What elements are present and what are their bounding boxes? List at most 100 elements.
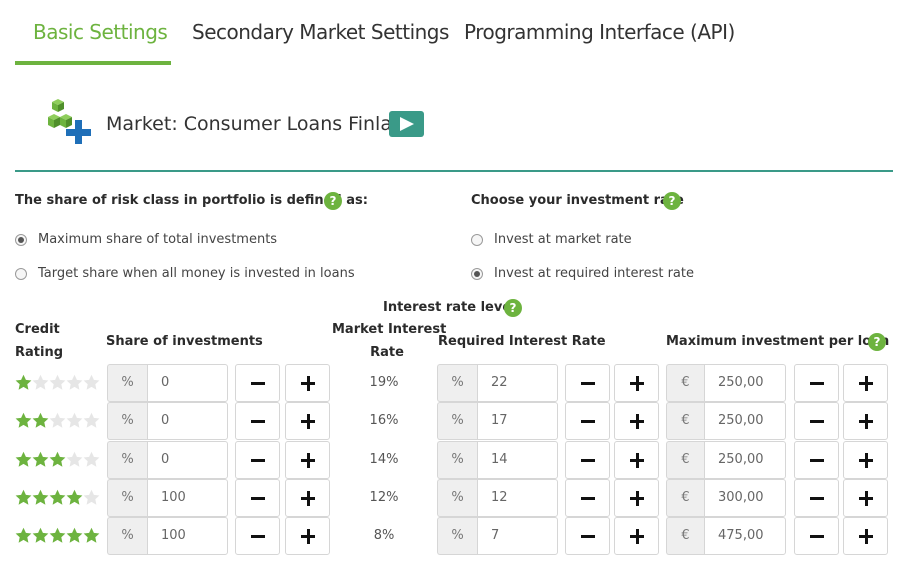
share-increment-button[interactable] — [285, 479, 330, 517]
share-input[interactable]: 0 — [147, 441, 228, 479]
share-increment-button[interactable] — [285, 517, 330, 555]
max-investment-input[interactable]: 250,00 — [704, 364, 786, 402]
star-icon — [66, 412, 83, 429]
max-investment-increment-button[interactable] — [843, 364, 888, 402]
market-blocks-plus-icon — [46, 98, 94, 148]
star-icon — [15, 527, 32, 544]
max-investment-input[interactable]: 300,00 — [704, 479, 786, 517]
share-input[interactable]: 0 — [147, 402, 228, 440]
max-investment-header: Maximum investment per loan — [666, 334, 890, 349]
star-rating — [15, 374, 100, 392]
tab-secondary-market-settings[interactable]: Secondary Market Settings — [192, 20, 449, 44]
share-decrement-button[interactable] — [235, 364, 280, 402]
max-investment-decrement-button[interactable] — [794, 441, 839, 479]
help-icon[interactable]: ? — [868, 333, 886, 351]
required-rate-input[interactable]: 12 — [477, 479, 558, 517]
play-button[interactable] — [389, 111, 424, 137]
required-rate-input[interactable]: 14 — [477, 441, 558, 479]
radio-label: Invest at market rate — [494, 232, 632, 247]
star-icon — [15, 412, 32, 429]
required-rate-decrement-button[interactable] — [565, 364, 610, 402]
star-icon — [66, 451, 83, 468]
star-rating — [15, 527, 100, 545]
radio-label: Maximum share of total investments — [38, 232, 278, 247]
market-rate-value: 16% — [369, 413, 399, 428]
max-investment-decrement-button[interactable] — [794, 364, 839, 402]
unit-label: € — [666, 479, 704, 517]
help-icon[interactable]: ? — [504, 299, 522, 317]
radio-label: Invest at required interest rate — [494, 266, 694, 281]
required-rate-increment-button[interactable] — [614, 364, 659, 402]
credit-rating-header-line1: Credit — [15, 322, 60, 337]
max-investment-increment-button[interactable] — [843, 517, 888, 555]
star-icon — [66, 374, 83, 391]
required-rate-decrement-button[interactable] — [565, 441, 610, 479]
required-rate-increment-button[interactable] — [614, 479, 659, 517]
star-rating — [15, 451, 100, 469]
market-rate-value: 8% — [373, 528, 395, 543]
market-rate-header-line2: Rate — [370, 345, 404, 360]
unit-label: % — [107, 364, 147, 402]
share-input[interactable]: 0 — [147, 364, 228, 402]
star-icon — [15, 451, 32, 468]
max-investment-increment-button[interactable] — [843, 441, 888, 479]
market-rate-value: 12% — [369, 490, 399, 505]
radio-label: Target share when all money is invested … — [38, 266, 355, 281]
unit-label: % — [437, 517, 477, 555]
share-input[interactable]: 100 — [147, 479, 228, 517]
unit-label: % — [107, 441, 147, 479]
unit-label: % — [437, 402, 477, 440]
required-rate-decrement-button[interactable] — [565, 479, 610, 517]
required-rate-increment-button[interactable] — [614, 517, 659, 555]
max-investment-decrement-button[interactable] — [794, 402, 839, 440]
radio-button[interactable] — [471, 268, 483, 280]
star-icon — [66, 489, 83, 506]
section-divider — [15, 170, 893, 172]
max-investment-input[interactable]: 250,00 — [704, 402, 786, 440]
required-rate-input[interactable]: 17 — [477, 402, 558, 440]
star-icon — [15, 374, 32, 391]
star-rating — [15, 412, 100, 430]
star-icon — [83, 374, 100, 391]
play-icon — [400, 117, 414, 131]
max-investment-increment-button[interactable] — [843, 402, 888, 440]
share-decrement-button[interactable] — [235, 479, 280, 517]
required-rate-decrement-button[interactable] — [565, 517, 610, 555]
share-decrement-button[interactable] — [235, 402, 280, 440]
max-investment-input[interactable]: 250,00 — [704, 441, 786, 479]
radio-button[interactable] — [471, 234, 483, 246]
max-investment-increment-button[interactable] — [843, 479, 888, 517]
help-icon[interactable]: ? — [663, 192, 681, 210]
tab-basic-settings[interactable]: Basic Settings — [33, 20, 168, 44]
star-icon — [66, 527, 83, 544]
max-investment-input[interactable]: 475,00 — [704, 517, 786, 555]
unit-label: € — [666, 517, 704, 555]
max-investment-decrement-button[interactable] — [794, 517, 839, 555]
max-investment-decrement-button[interactable] — [794, 479, 839, 517]
tab-programming-interface[interactable]: Programming Interface (API) — [464, 20, 735, 44]
star-icon — [49, 489, 66, 506]
required-rate-decrement-button[interactable] — [565, 402, 610, 440]
unit-label: % — [107, 479, 147, 517]
investment-rate-heading: Choose your investment rate — [471, 193, 684, 208]
radio-button[interactable] — [15, 234, 27, 246]
share-input[interactable]: 100 — [147, 517, 228, 555]
required-rate-input[interactable]: 22 — [477, 364, 558, 402]
star-icon — [49, 374, 66, 391]
share-increment-button[interactable] — [285, 441, 330, 479]
market-rate-value: 14% — [369, 452, 399, 467]
required-rate-input[interactable]: 7 — [477, 517, 558, 555]
help-icon[interactable]: ? — [324, 192, 342, 210]
unit-label: % — [107, 402, 147, 440]
share-decrement-button[interactable] — [235, 517, 280, 555]
active-tab-indicator — [15, 61, 171, 65]
share-increment-button[interactable] — [285, 402, 330, 440]
share-decrement-button[interactable] — [235, 441, 280, 479]
radio-button[interactable] — [15, 268, 27, 280]
risk-share-heading: The share of risk class in portfolio is … — [15, 193, 368, 208]
market-rate-value: 19% — [369, 375, 399, 390]
share-increment-button[interactable] — [285, 364, 330, 402]
star-icon — [32, 527, 49, 544]
required-rate-increment-button[interactable] — [614, 402, 659, 440]
required-rate-increment-button[interactable] — [614, 441, 659, 479]
